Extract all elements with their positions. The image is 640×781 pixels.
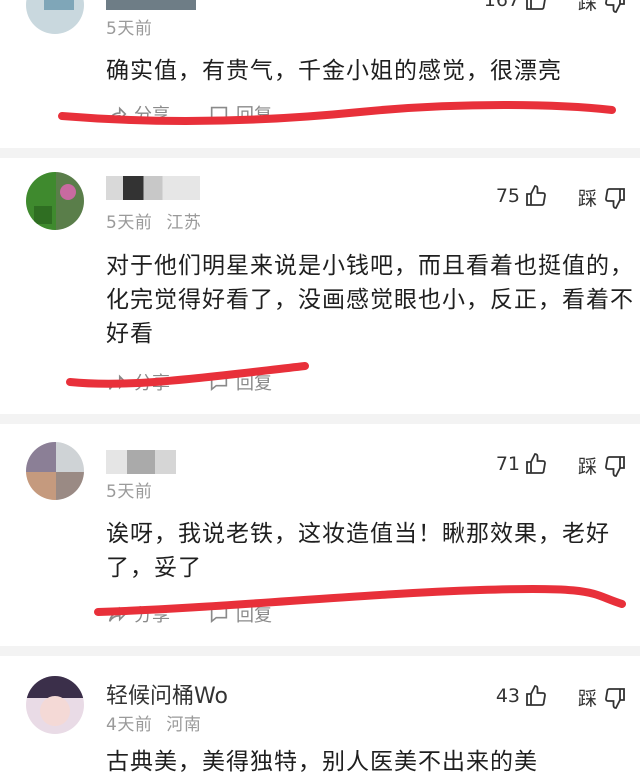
avatar[interactable] [26, 0, 84, 34]
like-button[interactable]: 71 [496, 452, 548, 476]
comment-time: 5天前 [106, 213, 153, 233]
dislike-label: 踩 [578, 688, 598, 710]
divider [0, 646, 640, 656]
avatar[interactable] [26, 442, 84, 500]
dislike-button[interactable]: 踩 [578, 0, 640, 15]
dislike-button[interactable]: 踩 [578, 184, 640, 211]
comment-text: 对于他们明星来说是小钱吧，而且看着也挺值的，化完觉得好看了，没画感觉眼也小，反正… [106, 253, 634, 347]
reply-icon [210, 374, 228, 392]
divider [0, 148, 640, 158]
share-button[interactable]: 分享 [106, 369, 170, 395]
comment-meta: 4天前 河南 [106, 710, 201, 735]
comment-text: 诶呀，我说老铁，这妆造值当！瞅那效果，老好了，妥了 [106, 521, 610, 581]
masked-username [106, 176, 200, 200]
like-button[interactable]: 75 [496, 184, 548, 208]
red-underline-overlay [58, 101, 626, 616]
share-label: 分享 [134, 373, 170, 394]
like-count: 167 [483, 0, 520, 11]
like-count: 71 [495, 453, 520, 475]
avatar[interactable] [26, 676, 84, 734]
share-icon [108, 374, 127, 390]
username[interactable]: 轻候问桶Wo [106, 678, 228, 710]
thumbs-up-icon [526, 685, 546, 706]
share-button[interactable]: 分享 [106, 601, 170, 627]
thumbs-down-icon [605, 455, 625, 477]
thumbs-down-icon [605, 187, 625, 209]
comment-time: 5天前 [106, 19, 153, 39]
masked-username [106, 450, 176, 474]
share-button[interactable]: 分享 [106, 101, 170, 127]
share-label: 分享 [134, 605, 170, 626]
share-label: 分享 [134, 105, 170, 126]
reply-button[interactable]: 回复 [208, 101, 272, 127]
reply-icon [210, 606, 228, 624]
comment-actions: 分享 回复 [106, 101, 310, 127]
comment-time: 5天前 [106, 482, 153, 502]
dislike-button[interactable]: 踩 [578, 452, 640, 479]
comment-text: 确实值，有贵气，千金小姐的感觉，很漂亮 [106, 58, 562, 84]
reply-button[interactable]: 回复 [208, 369, 272, 395]
dislike-button[interactable]: 踩 [578, 684, 640, 711]
reply-label: 回复 [236, 105, 272, 126]
comment-time: 4天前 [106, 715, 153, 735]
dislike-label: 踩 [578, 188, 598, 210]
thumbs-up-icon [526, 185, 546, 206]
comment-location: 河南 [166, 715, 202, 735]
thumbs-up-icon [526, 453, 546, 474]
comment-location: 江苏 [166, 213, 202, 233]
thumbs-down-icon [605, 687, 625, 709]
comment-text: 古典美，美得独特，别人医美不出来的美 [106, 749, 538, 775]
comment-actions: 分享 回复 [106, 601, 310, 627]
masked-username [106, 0, 196, 10]
thumbs-down-icon [605, 0, 625, 13]
reply-icon [210, 106, 228, 124]
like-button[interactable]: 167 [484, 0, 548, 12]
reply-button[interactable]: 回复 [208, 601, 272, 627]
share-icon [108, 606, 127, 622]
divider [0, 414, 640, 424]
thumbs-up-icon [526, 0, 546, 10]
like-count: 43 [495, 685, 520, 707]
comment-actions: 分享 回复 [106, 369, 310, 395]
dislike-label: 踩 [578, 456, 598, 478]
dislike-label: 踩 [578, 0, 598, 14]
avatar[interactable] [26, 172, 84, 230]
share-icon [108, 106, 127, 122]
like-button[interactable]: 43 [496, 684, 548, 708]
reply-label: 回复 [236, 373, 272, 394]
reply-label: 回复 [236, 605, 272, 626]
comment-meta: 5天前 江苏 [106, 208, 201, 233]
like-count: 75 [495, 185, 520, 207]
